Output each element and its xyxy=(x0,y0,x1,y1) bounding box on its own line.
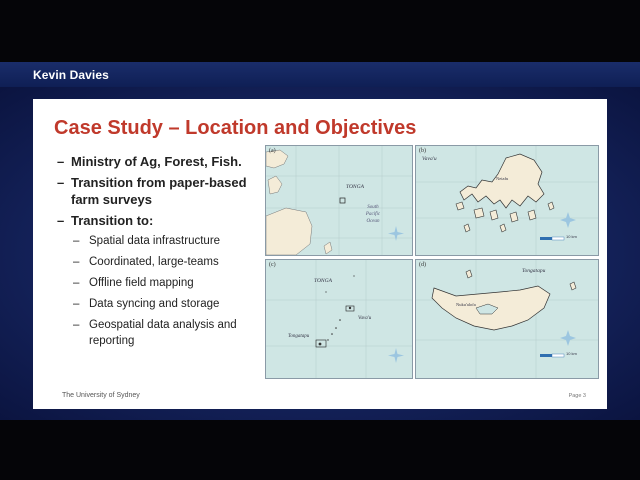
town-label: Nuku'alofa xyxy=(456,302,476,307)
scale-label: 10 km xyxy=(566,234,577,239)
panel-label: (b) xyxy=(419,148,426,154)
tonga-map xyxy=(266,260,412,378)
footer-university: The University of Sydney xyxy=(62,392,140,399)
place-label: Tongatapu xyxy=(288,334,310,339)
tongatapu-map xyxy=(416,260,598,378)
map-figure: (a) TONGA South Pacific Ocean (b) Vava'u… xyxy=(265,145,599,379)
sub-bullet-text: Data syncing and storage xyxy=(89,298,220,310)
map-panel-b: (b) Vava'u Neiafu 10 km xyxy=(415,145,599,256)
map-panel-c: (c) TONGA Vava'u Tongatapu xyxy=(265,259,413,379)
top-letterbox xyxy=(0,0,640,62)
dash-icon: – xyxy=(57,213,65,228)
slide-title: Case Study – Location and Objectives xyxy=(54,117,417,139)
town-label: Neiafu xyxy=(496,176,509,181)
panel-label: (a) xyxy=(269,148,276,154)
dash-icon: – xyxy=(73,298,80,310)
bullet-item: – Transition from paper-based farm survey… xyxy=(57,174,267,208)
sub-bullet-item: – Data syncing and storage xyxy=(73,296,267,312)
north-arrow-icon xyxy=(388,226,404,241)
dash-icon: – xyxy=(57,175,65,190)
place-label: Tongatapu xyxy=(522,268,546,274)
dash-icon: – xyxy=(73,277,80,289)
dash-icon: – xyxy=(73,235,80,247)
map-panel-d: (d) Tongatapu Nuku'alofa 10 km xyxy=(415,259,599,379)
scale-label: 10 km xyxy=(566,351,577,356)
pacific-map xyxy=(266,146,412,255)
page-number: Page 3 xyxy=(568,393,586,399)
sub-bullet-text: Offline field mapping xyxy=(89,277,194,289)
north-arrow-icon xyxy=(560,330,576,346)
bullet-text: Transition from paper-based farm surveys xyxy=(71,175,247,207)
bullet-text: Ministry of Ag, Forest, Fish. xyxy=(71,154,242,169)
bullet-item: – Ministry of Ag, Forest, Fish. xyxy=(57,153,267,170)
sub-bullet-item: – Offline field mapping xyxy=(73,275,267,291)
sub-bullet-text: Geospatial data analysis and reporting xyxy=(89,319,237,347)
slide: Case Study – Location and Objectives – Mi… xyxy=(33,99,607,409)
sub-bullet-text: Coordinated, large-teams xyxy=(89,256,219,268)
ocean-label: South Pacific Ocean xyxy=(365,205,381,224)
dash-icon: – xyxy=(57,154,65,169)
dash-icon: – xyxy=(73,256,80,268)
north-arrow-icon xyxy=(388,348,404,363)
sub-bullet-item: – Geospatial data analysis and reporting xyxy=(73,317,267,349)
bullet-text: Transition to: xyxy=(71,213,154,228)
country-label: TONGA xyxy=(314,278,332,284)
sub-bullet-item: – Spatial data infrastructure xyxy=(73,233,267,249)
bottom-letterbox xyxy=(0,420,640,480)
sub-bullet-text: Spatial data infrastructure xyxy=(89,235,221,247)
presenter-name: Kevin Davies xyxy=(33,68,109,82)
panel-label: (c) xyxy=(269,262,276,268)
bullet-item: – Transition to: xyxy=(57,212,267,229)
bullet-list: – Ministry of Ag, Forest, Fish. – Transiti… xyxy=(57,153,267,354)
place-label: Vava'u xyxy=(422,156,437,162)
sub-bullet-item: – Coordinated, large-teams xyxy=(73,254,267,270)
north-arrow-icon xyxy=(560,212,576,228)
panel-label: (d) xyxy=(419,262,426,268)
country-label: TONGA xyxy=(346,184,364,190)
map-panel-a: (a) TONGA South Pacific Ocean xyxy=(265,145,413,256)
dash-icon: – xyxy=(73,319,80,331)
place-label: Vava'u xyxy=(358,316,372,321)
